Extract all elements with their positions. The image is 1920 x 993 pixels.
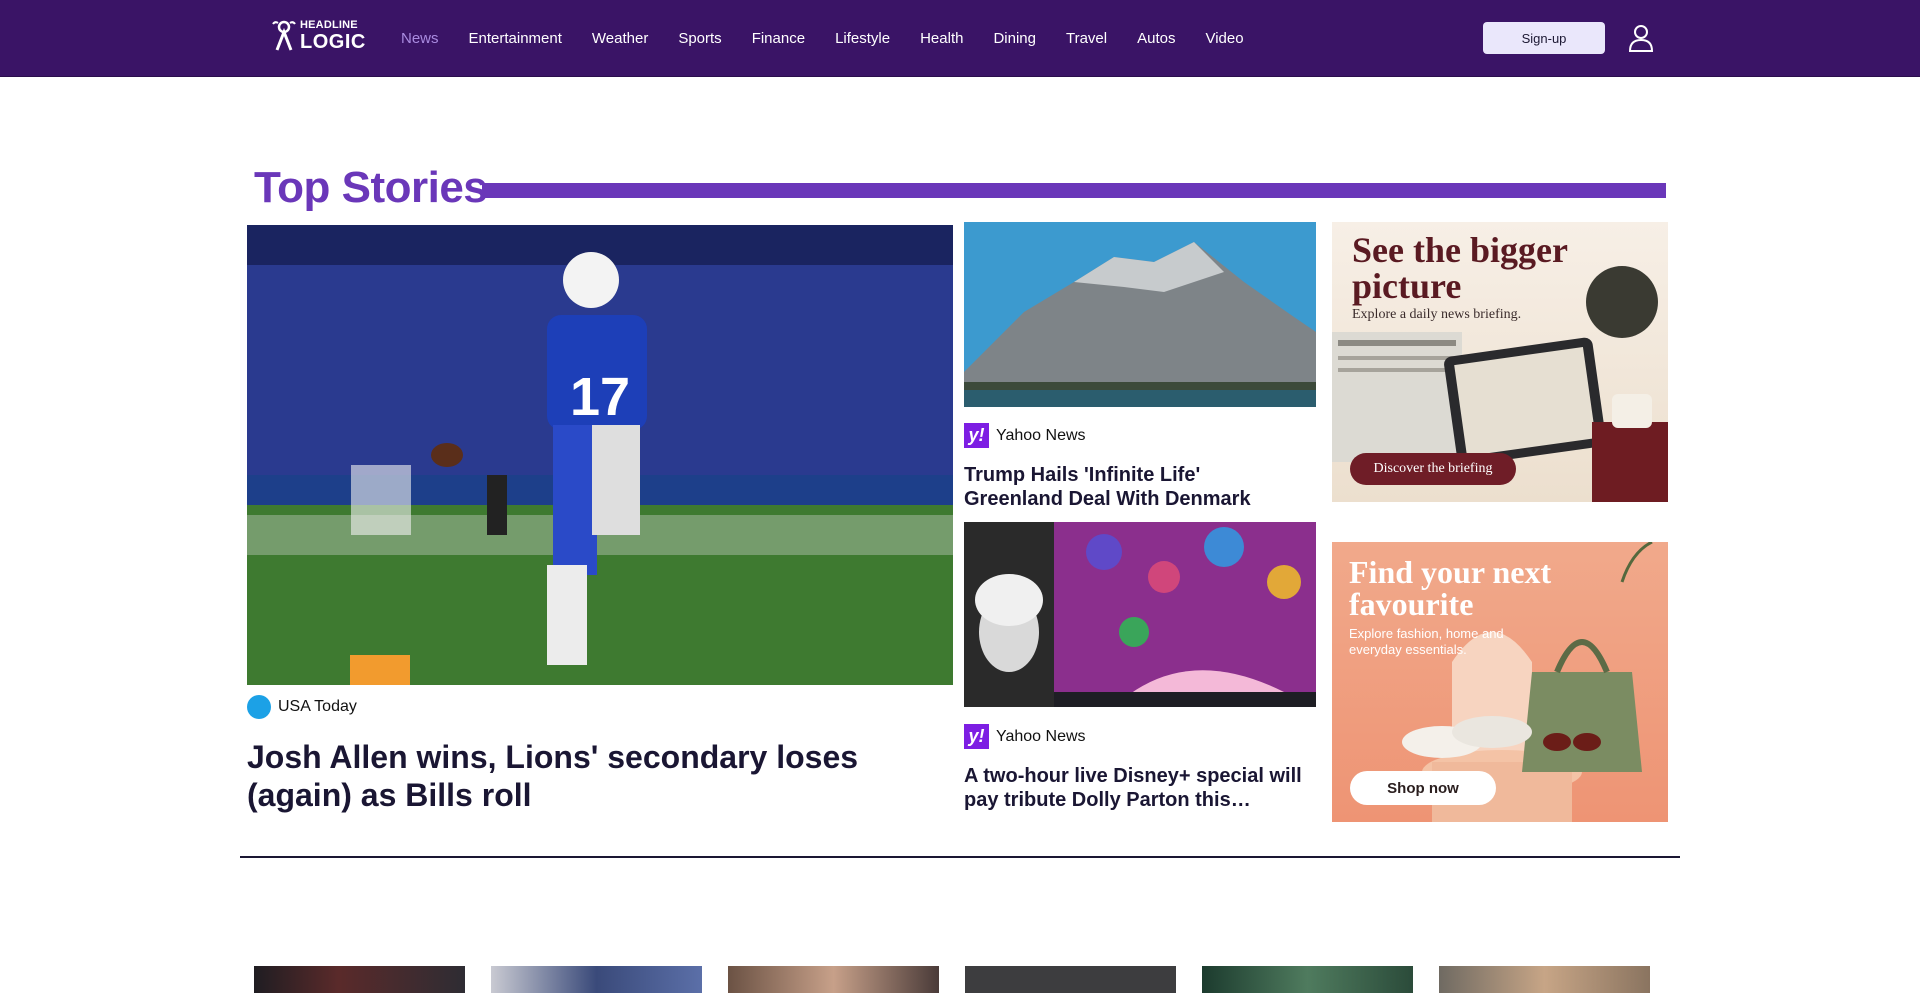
nav-autos[interactable]: Autos: [1137, 30, 1175, 47]
yahoo-logo-icon: y!: [964, 423, 989, 448]
source-name: Yahoo News: [996, 426, 1086, 444]
svg-text:17: 17: [570, 367, 630, 427]
nav-entertainment[interactable]: Entertainment: [469, 30, 562, 47]
ad-2-subtext: Explore fashion, home and everyday essen…: [1349, 626, 1504, 657]
ad-1-headline: See the bigger picture: [1352, 230, 1568, 306]
nav-news[interactable]: News: [401, 30, 439, 47]
nav-travel[interactable]: Travel: [1066, 30, 1107, 47]
nav-health[interactable]: Health: [920, 30, 963, 47]
story-thumbnail[interactable]: [1202, 966, 1413, 993]
story-thumbnail[interactable]: [965, 966, 1176, 993]
logo-mark-icon: [272, 20, 296, 51]
story-thumbnail[interactable]: [254, 966, 465, 993]
user-profile-icon[interactable]: [1628, 24, 1654, 52]
section-title-top-stories: Top Stories: [254, 163, 488, 212]
side-story-1-headline[interactable]: Trump Hails 'Infinite Life' Greenland De…: [964, 463, 1304, 511]
section-divider: [240, 856, 1680, 858]
football-player-illustration: 17: [247, 225, 953, 685]
story-thumbnail[interactable]: [728, 966, 939, 993]
section-title-bar: [482, 183, 1666, 198]
nav-lifestyle[interactable]: Lifestyle: [835, 30, 890, 47]
mountain-landscape-illustration: [964, 222, 1316, 407]
ad-1-subtext: Explore a daily news briefing.: [1352, 307, 1522, 322]
side-story-1-source[interactable]: y! Yahoo News: [964, 423, 1086, 448]
source-name: Yahoo News: [996, 727, 1086, 745]
source-name: USA Today: [278, 698, 357, 715]
main-nav: News Entertainment Weather Sports Financ…: [401, 30, 1274, 47]
yahoo-logo-icon: y!: [964, 724, 989, 749]
side-story-2-source[interactable]: y! Yahoo News: [964, 724, 1086, 749]
story-thumbnail[interactable]: [491, 966, 702, 993]
logo-wordmark: HEADLINE LOGIC: [300, 19, 366, 53]
side-story-2-headline[interactable]: A two-hour live Disney+ special will pay…: [964, 764, 1304, 812]
story-thumbnail[interactable]: [1439, 966, 1650, 993]
greenland-story-image[interactable]: [964, 222, 1316, 407]
main-story-image[interactable]: 17: [247, 225, 953, 685]
logo-text-bottom: LOGIC: [300, 31, 366, 53]
tribute-stage-illustration: [964, 522, 1316, 707]
nav-dining[interactable]: Dining: [993, 30, 1036, 47]
ad-2-cta-button[interactable]: Shop now: [1350, 771, 1496, 805]
nav-finance[interactable]: Finance: [752, 30, 805, 47]
nav-sports[interactable]: Sports: [678, 30, 721, 47]
ad-1-cta-button[interactable]: Discover the briefing: [1350, 453, 1516, 485]
main-story-headline[interactable]: Josh Allen wins, Lions' secondary loses …: [247, 738, 937, 814]
main-story-source[interactable]: USA Today: [247, 695, 357, 719]
logo-text-top: HEADLINE: [300, 19, 358, 31]
dolly-parton-story-image[interactable]: [964, 522, 1316, 707]
ad-2-headline: Find your next favourite: [1349, 554, 1552, 622]
headline-logic-logo[interactable]: HEADLINE LOGIC: [272, 20, 366, 52]
top-navigation-bar: HEADLINE LOGIC News Entertainment Weathe…: [0, 0, 1920, 77]
usa-today-logo-icon: [247, 695, 271, 719]
nav-video[interactable]: Video: [1205, 30, 1243, 47]
nav-weather[interactable]: Weather: [592, 30, 648, 47]
signup-button[interactable]: Sign-up: [1483, 22, 1605, 54]
